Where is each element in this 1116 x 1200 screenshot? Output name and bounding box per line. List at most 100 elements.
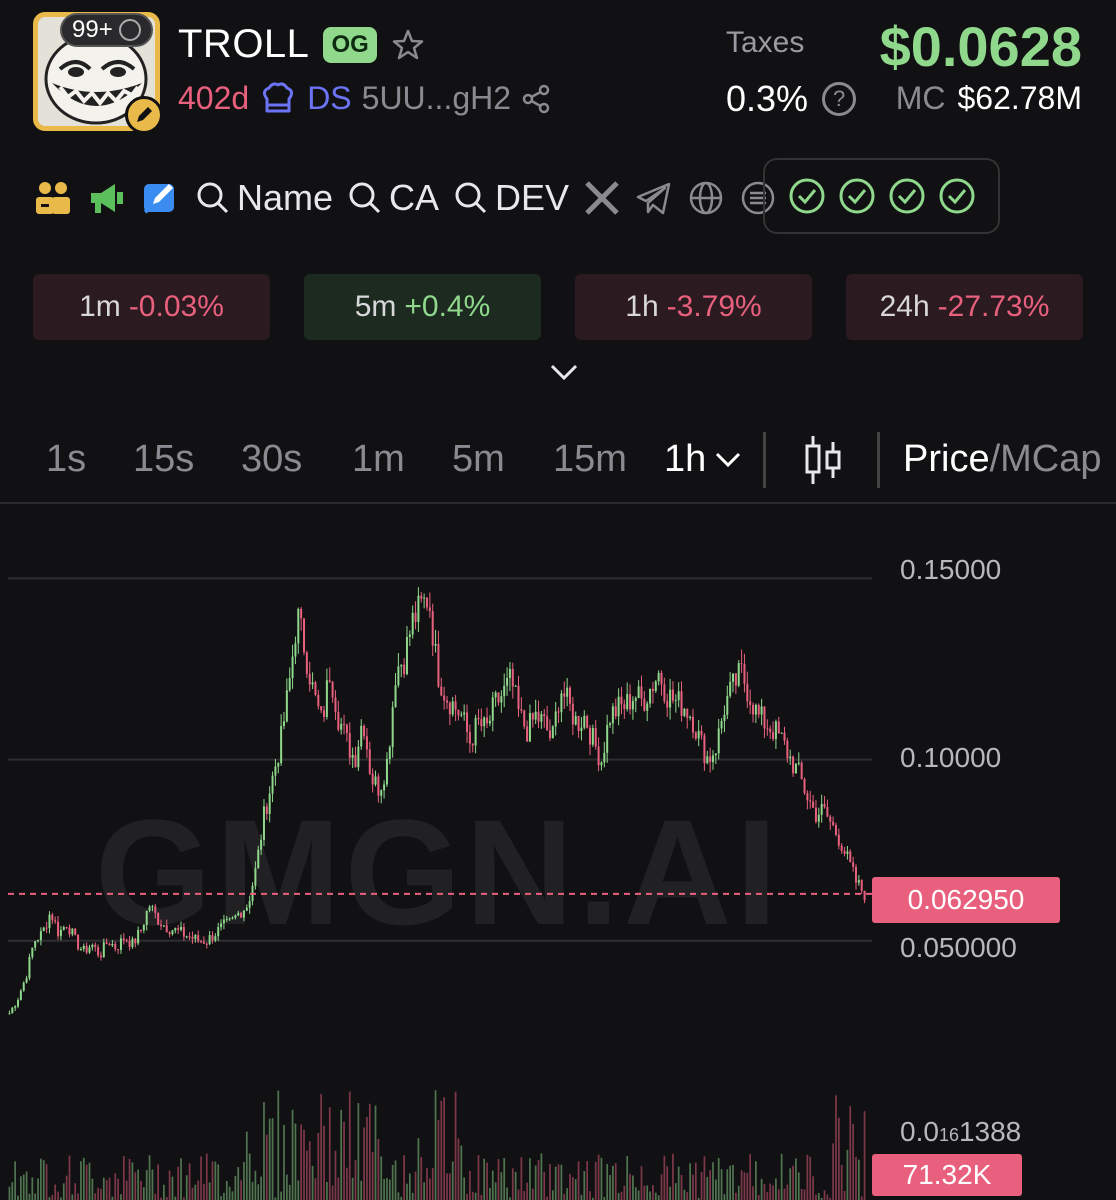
candle-body <box>125 940 128 942</box>
chevron-down-icon[interactable] <box>549 362 579 382</box>
timeframe-15s[interactable]: 15s <box>133 438 194 481</box>
token-avatar[interactable]: 99+ <box>33 12 163 134</box>
candle-body <box>611 706 614 724</box>
timeframe-30s[interactable]: 30s <box>241 438 302 481</box>
price-toggle[interactable]: Price <box>903 438 990 480</box>
volume-bar <box>537 1160 540 1200</box>
mcap-toggle[interactable]: MCap <box>1000 438 1101 480</box>
timeframe-1m[interactable]: 1m <box>352 438 405 481</box>
market-cap-row: MC $62.78M <box>896 80 1082 117</box>
candle-body <box>394 685 397 708</box>
volume-bar <box>308 1141 311 1200</box>
volume-bar <box>94 1193 97 1200</box>
volume-bar <box>806 1154 809 1200</box>
candle-body <box>431 611 434 646</box>
candle-body <box>711 755 714 763</box>
change-pill-1m[interactable]: 1m -0.03% <box>33 274 270 340</box>
candle-body <box>812 801 815 808</box>
candle-body <box>683 708 686 716</box>
y-axis-label: 0.10000 <box>900 742 1002 773</box>
volume-bar <box>674 1183 677 1200</box>
volume-bar <box>860 1196 863 1200</box>
search-ca-button[interactable]: CA <box>347 177 439 219</box>
volume-bar <box>494 1182 497 1200</box>
volume-bar <box>145 1169 148 1200</box>
candle-body <box>594 728 597 747</box>
candle-body <box>832 821 835 826</box>
volume-bar <box>363 1127 365 1200</box>
timeframe-1s[interactable]: 1s <box>46 438 86 481</box>
change-pill-1h[interactable]: 1h -3.79% <box>575 274 812 340</box>
candle-body <box>729 681 732 696</box>
notification-badge[interactable]: 99+ <box>60 13 153 47</box>
volume-bar <box>672 1153 674 1200</box>
search-icon <box>455 182 487 214</box>
edit-info-icon[interactable] <box>141 178 181 218</box>
candle-body <box>543 714 546 717</box>
taxes-label: Taxes <box>726 26 805 59</box>
change-period: 1h <box>625 290 659 323</box>
candle-body <box>88 947 91 953</box>
volume-bar <box>700 1172 703 1200</box>
contract-address[interactable]: 5UU...gH2 <box>362 80 511 117</box>
candle-body <box>794 763 797 774</box>
help-icon[interactable]: ? <box>822 82 857 116</box>
candle-body <box>797 762 800 764</box>
candle-body <box>780 732 783 734</box>
candlestick-icon[interactable] <box>803 434 843 491</box>
volume-bar <box>154 1193 157 1200</box>
candle-body <box>732 673 735 682</box>
candle-body <box>314 682 317 695</box>
volume-bar <box>62 1183 65 1200</box>
volume-bar <box>837 1117 840 1200</box>
volume-bar <box>265 1134 268 1200</box>
candle-body <box>486 717 489 724</box>
search-name-button[interactable]: Name <box>195 177 333 219</box>
volume-bar <box>343 1121 345 1200</box>
timeframe-15m[interactable]: 15m <box>553 438 627 481</box>
volume-bar <box>51 1195 54 1200</box>
announcement-icon[interactable] <box>87 178 127 218</box>
candle-body <box>240 912 243 918</box>
volume-bar <box>217 1164 220 1200</box>
timeframe-selector[interactable]: 1h <box>664 438 742 481</box>
edit-avatar-button[interactable] <box>125 96 163 134</box>
candle-body <box>846 851 849 854</box>
platform-label[interactable]: DS <box>307 80 351 117</box>
candle-body <box>528 713 531 742</box>
candle-body <box>188 936 191 938</box>
share-icon[interactable] <box>521 84 551 114</box>
telegram-icon[interactable] <box>635 179 673 217</box>
candle-body <box>763 706 766 729</box>
volume-bar <box>694 1162 697 1200</box>
favorite-star-icon[interactable] <box>391 28 425 62</box>
volume-bar <box>300 1124 303 1200</box>
candle-body <box>580 727 583 732</box>
x-twitter-icon[interactable] <box>583 179 621 217</box>
volume-bar <box>760 1178 763 1200</box>
candle-body <box>231 917 234 919</box>
change-pill-5m[interactable]: 5m +0.4% <box>304 274 541 340</box>
volume-bar <box>723 1194 726 1200</box>
timeframe-5m[interactable]: 5m <box>452 438 505 481</box>
candlestick-chart[interactable] <box>0 504 1116 1200</box>
candle-body <box>368 749 371 774</box>
security-checks[interactable] <box>763 158 1000 234</box>
candle-body <box>345 724 348 734</box>
volume-bar <box>420 1157 423 1200</box>
price-mcap-toggle[interactable]: Price/MCap <box>903 438 1102 481</box>
volume-bar <box>211 1161 214 1200</box>
volume-bar <box>463 1177 466 1200</box>
volume-bar <box>660 1174 663 1200</box>
candle-body <box>840 845 843 852</box>
price-chart[interactable]: GMGN.AI 0.15000 0.10000 0.050000 0.06295… <box>0 502 1116 1200</box>
candle-body <box>320 706 323 711</box>
website-globe-icon[interactable] <box>687 179 725 217</box>
community-icon[interactable] <box>33 178 73 218</box>
candle-body <box>142 924 145 931</box>
search-dev-button[interactable]: DEV <box>453 177 569 219</box>
candle-body <box>451 701 454 715</box>
change-pill-24h[interactable]: 24h -27.73% <box>846 274 1083 340</box>
volume-bar <box>609 1174 611 1200</box>
candle-body <box>809 800 812 802</box>
